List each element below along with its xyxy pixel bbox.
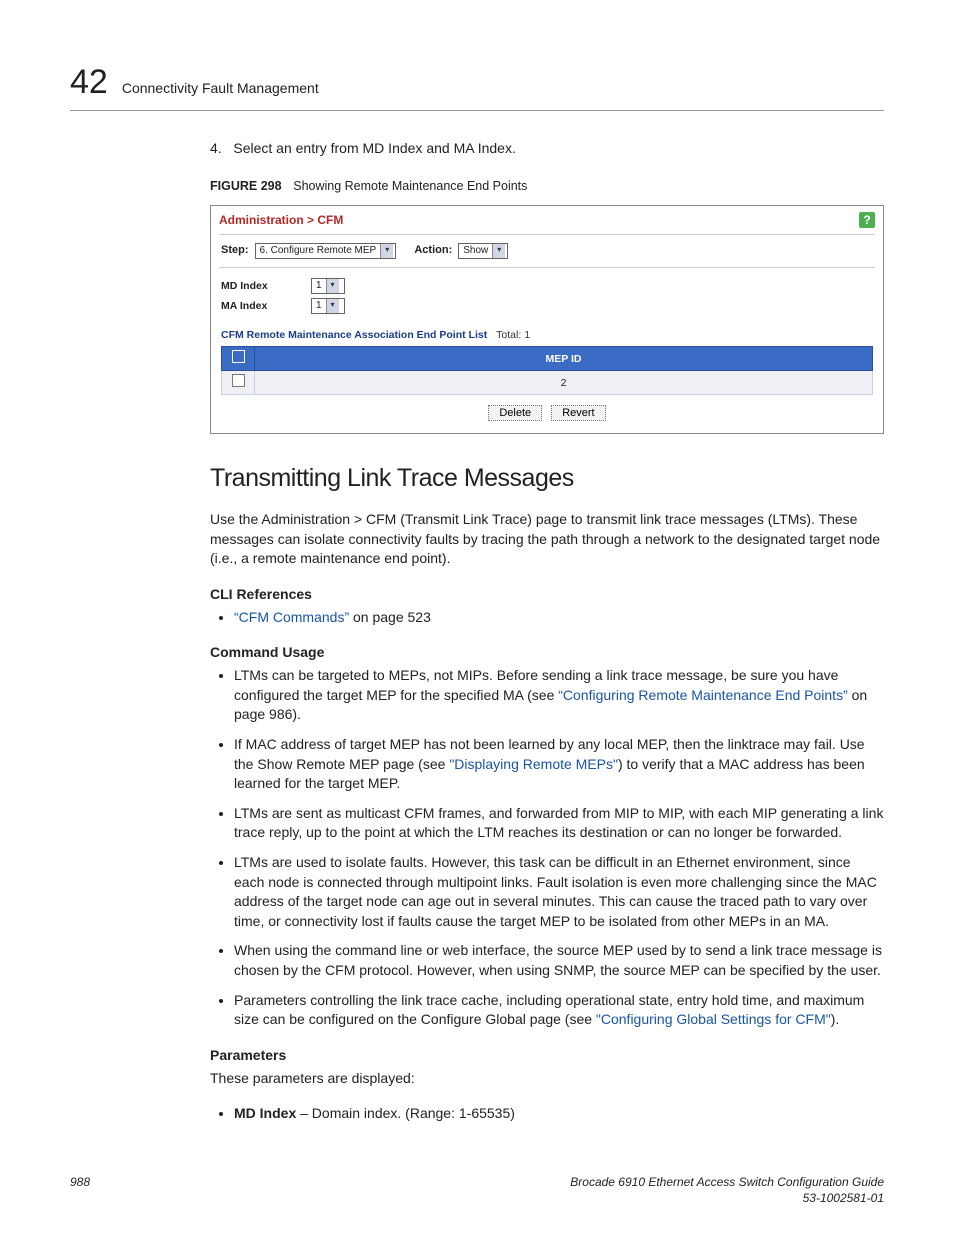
- figure-caption: FIGURE 298 Showing Remote Maintenance En…: [210, 176, 884, 195]
- ma-index-label: MA Index: [221, 299, 311, 313]
- chevron-down-icon: ▾: [326, 279, 339, 293]
- breadcrumb: Administration > CFM: [219, 212, 859, 228]
- action-label: Action:: [414, 243, 452, 258]
- ma-index-value: 1: [316, 299, 322, 313]
- list-title: CFM Remote Maintenance Association End P…: [211, 318, 883, 346]
- page-number: 988: [70, 1174, 90, 1206]
- cfm-screenshot-panel: Administration > CFM ? Step: 6. Configur…: [210, 205, 884, 435]
- cfm-commands-link[interactable]: “CFM Commands”: [234, 609, 349, 625]
- mep-table: MEP ID 2: [221, 346, 873, 395]
- command-usage-heading: Command Usage: [210, 643, 884, 662]
- section-intro: Use the Administration > CFM (Transmit L…: [210, 510, 884, 569]
- config-remote-mep-link[interactable]: “Configuring Remote Maintenance End Poin…: [558, 687, 848, 703]
- chapter-number: 42: [70, 60, 108, 106]
- cli-references-heading: CLI References: [210, 585, 884, 604]
- figure-label: FIGURE 298: [210, 179, 282, 193]
- chevron-down-icon: ▾: [380, 244, 393, 258]
- help-icon[interactable]: ?: [859, 212, 875, 228]
- list-item: “CFM Commands” on page 523: [234, 608, 884, 628]
- list-item: Parameters controlling the link trace ca…: [234, 991, 884, 1030]
- parameters-intro: These parameters are displayed:: [210, 1069, 884, 1089]
- table-row: 2: [222, 371, 873, 395]
- chevron-down-icon: ▾: [326, 299, 339, 313]
- mep-id-cell: 2: [255, 371, 873, 395]
- md-index-select[interactable]: 1 ▾: [311, 278, 345, 294]
- list-item: LTMs can be targeted to MEPs, not MIPs. …: [234, 666, 884, 725]
- param-name: MD Index: [234, 1105, 296, 1121]
- mep-id-header: MEP ID: [255, 347, 873, 371]
- step-text: Select an entry from MD Index and MA Ind…: [233, 140, 515, 156]
- figure-title: Showing Remote Maintenance End Points: [293, 179, 527, 193]
- action-select-value: Show: [463, 244, 488, 258]
- list-item: LTMs are sent as multicast CFM frames, a…: [234, 804, 884, 843]
- step-label: Step:: [221, 243, 249, 258]
- list-item: When using the command line or web inter…: [234, 941, 884, 980]
- list-item: MD Index – Domain index. (Range: 1-65535…: [234, 1104, 884, 1124]
- md-index-label: MD Index: [221, 279, 311, 293]
- publication-info: Brocade 6910 Ethernet Access Switch Conf…: [90, 1174, 884, 1206]
- numbered-step: 4. Select an entry from MD Index and MA …: [210, 139, 884, 158]
- step-select-value: 6. Configure Remote MEP: [260, 244, 377, 258]
- section-title: Transmitting Link Trace Messages: [210, 462, 884, 496]
- list-item: If MAC address of target MEP has not bee…: [234, 735, 884, 794]
- chapter-title: Connectivity Fault Management: [122, 79, 319, 98]
- page-footer: 988 Brocade 6910 Ethernet Access Switch …: [70, 1174, 884, 1206]
- delete-button[interactable]: Delete: [488, 405, 542, 421]
- md-index-value: 1: [316, 279, 322, 293]
- list-item: LTMs are used to isolate faults. However…: [234, 853, 884, 931]
- row-checkbox-cell[interactable]: [222, 371, 255, 395]
- chevron-down-icon: ▾: [492, 244, 505, 258]
- config-global-cfm-link[interactable]: "Configuring Global Settings for CFM": [596, 1011, 831, 1027]
- step-select[interactable]: 6. Configure Remote MEP ▾: [255, 243, 397, 259]
- page-header: 42 Connectivity Fault Management: [70, 60, 884, 111]
- displaying-remote-meps-link[interactable]: "Displaying Remote MEPs": [449, 756, 618, 772]
- action-select[interactable]: Show ▾: [458, 243, 508, 259]
- step-number: 4.: [210, 140, 222, 156]
- revert-button[interactable]: Revert: [551, 405, 605, 421]
- ma-index-select[interactable]: 1 ▾: [311, 298, 345, 314]
- select-all-header[interactable]: [222, 347, 255, 371]
- parameters-heading: Parameters: [210, 1046, 884, 1065]
